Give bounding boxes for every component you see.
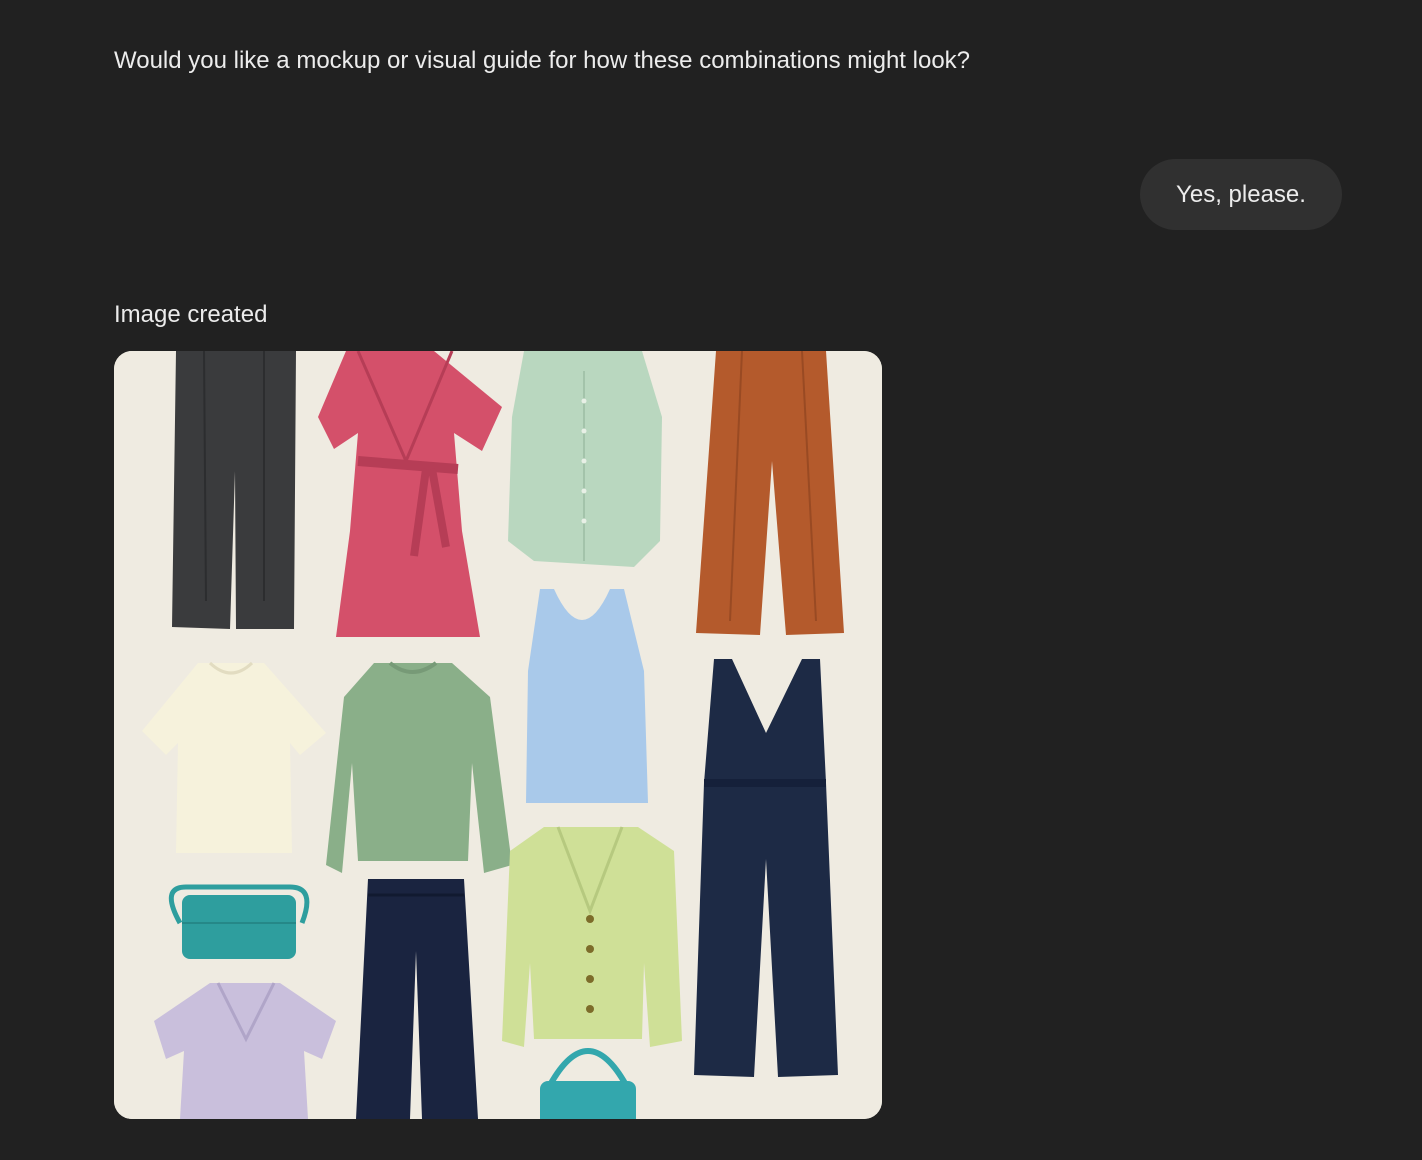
chat-thread: Would you like a mockup or visual guide … [0, 0, 1422, 1160]
user-message-bubble: Yes, please. [1140, 159, 1342, 230]
generated-image[interactable] [114, 351, 882, 1119]
teal-crossbody-bag [168, 884, 310, 959]
assistant-message: Would you like a mockup or visual guide … [114, 47, 971, 74]
clothing-flatlay-illustration [114, 351, 882, 1119]
image-created-label: Image created [114, 301, 268, 328]
user-message-text: Yes, please. [1176, 180, 1306, 208]
light-blue-tank-top [526, 589, 648, 803]
mint-sleeveless-shirt [508, 351, 662, 567]
